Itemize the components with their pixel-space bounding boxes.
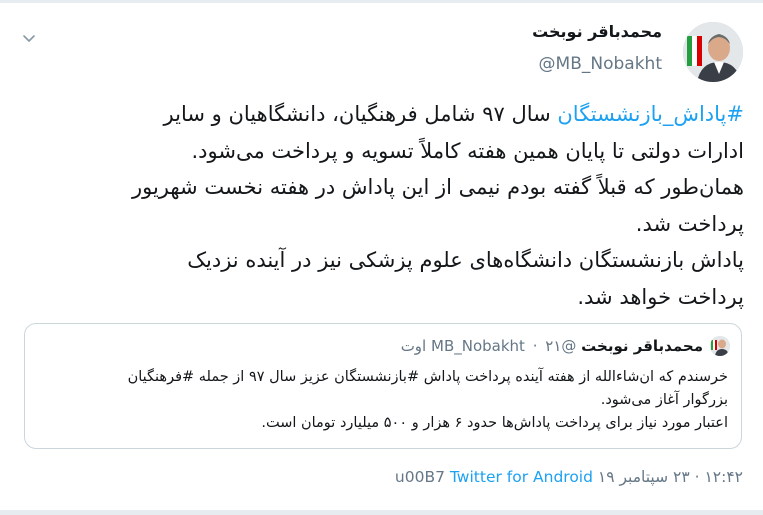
tweet-line-1: #پاداش_بازنشستگان سال ۹۷ شامل فرهنگیان، … (20, 96, 744, 133)
quoted-tweet-card[interactable]: محمدباقر نوبخت @MB_Nobakht · ۲۱ اوت خرسن… (24, 323, 742, 449)
tweet-line-3: همان‌طور که قبلاً گفته بودم نیمی از این … (131, 175, 744, 199)
avatar-image (683, 22, 743, 82)
quoted-author-name: محمدباقر نوبخت (581, 337, 703, 355)
quoted-line-1: خرسندم که ان‌شاءالله از هفته آینده پرداخ… (127, 369, 728, 385)
author-handle[interactable]: @MB_Nobakht (539, 54, 662, 74)
avatar[interactable] (683, 22, 743, 82)
tweet-time: ۱۲:۴۲ (704, 468, 743, 486)
tweet-line-6: پرداخت خواهد شد. (577, 284, 744, 309)
tweet-line-2: ادارات دولتی تا پایان همین هفته کاملاً ت… (191, 138, 744, 163)
quoted-line-2: بزرگوار آغاز می‌شود. (600, 392, 728, 408)
tweet-text: #پاداش_بازنشستگان سال ۹۷ شامل فرهنگیان، … (20, 96, 744, 315)
top-divider (0, 0, 763, 3)
tweet-source-link[interactable]: Twitter for Android (450, 468, 593, 486)
quoted-line-3: اعتبار مورد نیاز برای پرداخت پاداش‌ها حد… (261, 415, 728, 431)
quoted-separator: · (532, 337, 538, 355)
meta-separator: u00B7 (394, 468, 445, 486)
meta-dot: · (694, 468, 700, 486)
hashtag-link[interactable]: #پاداش_بازنشستگان (557, 102, 744, 126)
quoted-avatar (710, 336, 730, 356)
quoted-text: خرسندم که ان‌شاءالله از هفته آینده پرداخ… (38, 366, 728, 435)
tweet-line-5: پاداش بازنشستگان دانشگاه‌های علوم پزشکی … (187, 248, 744, 272)
tweet-line-4: پرداخت شد. (635, 211, 744, 236)
tweet-line-1-text: سال ۹۷ شامل فرهنگیان، دانشگاهیان و سایر (163, 102, 558, 126)
quoted-avatar-image (710, 336, 730, 356)
quoted-header: محمدباقر نوبخت @MB_Nobakht · ۲۱ اوت (401, 336, 703, 356)
tweet-meta: ۱۲:۴۲ · ۲۳ سپتامبر ۱۹ u00B7 Twitter for … (395, 468, 743, 486)
tweet-date: ۲۳ سپتامبر ۱۹ (597, 468, 690, 486)
bottom-divider (0, 510, 763, 515)
chevron-down-icon[interactable] (20, 30, 38, 48)
author-name[interactable]: محمدباقر نوبخت (532, 22, 662, 41)
